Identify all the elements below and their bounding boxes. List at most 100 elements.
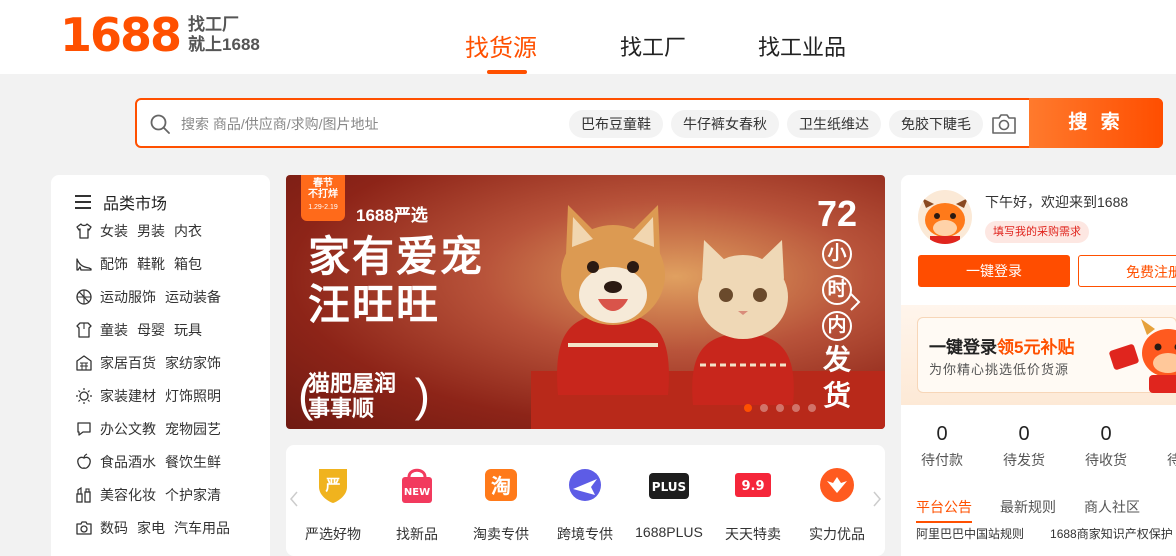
quality-crown-icon: [820, 468, 854, 502]
logo-slogan-line2: 就上1688: [188, 35, 260, 54]
search-button[interactable]: 搜 索: [1029, 98, 1163, 148]
home-store-icon: [76, 355, 92, 371]
stat-value: 0: [1018, 423, 1030, 445]
bull-mascot-icon: [922, 198, 968, 244]
svg-text:严: 严: [324, 476, 340, 494]
order-stat-pending-review[interactable]: 0 待评价: [1147, 423, 1176, 470]
category-link[interactable]: 家纺家饰: [165, 353, 221, 373]
banner-dot[interactable]: [776, 404, 784, 412]
yanxuan-shield-icon: 严: [319, 469, 347, 503]
category-link[interactable]: 灯饰照明: [165, 386, 221, 406]
order-stat-pending-payment[interactable]: 0 待付款: [901, 423, 983, 470]
category-link[interactable]: 玩具: [174, 320, 202, 340]
price-tag-99-icon: 9.9: [735, 473, 771, 497]
banner-char: 货: [822, 380, 851, 411]
category-row: 办公文教 宠物园艺: [75, 419, 230, 439]
category-link[interactable]: 鞋靴: [137, 254, 165, 274]
nav-tab-industrial-goods[interactable]: 找工业品: [758, 30, 846, 62]
category-link[interactable]: 男装: [137, 221, 165, 241]
category-link[interactable]: 宠物园艺: [165, 419, 221, 439]
news-item[interactable]: 1688商家知识产权保护: [1050, 525, 1173, 542]
hot-tag[interactable]: 巴布豆童鞋: [569, 110, 663, 138]
category-link[interactable]: 童装: [100, 320, 128, 340]
channel-label: 1688PLUS: [635, 524, 703, 540]
banner-subtitle: 猫肥屋润 事事顺: [298, 371, 430, 421]
category-link[interactable]: 餐饮生鲜: [165, 452, 221, 472]
channel-new[interactable]: NEW 找新品: [375, 465, 459, 544]
logo-number: 1688: [60, 8, 182, 62]
light-bulb-icon: [76, 388, 92, 404]
login-button[interactable]: 一键登录: [918, 255, 1070, 287]
nav-active-underline: [487, 70, 527, 74]
category-link[interactable]: 办公文教: [100, 419, 156, 439]
category-link[interactable]: 家电: [137, 518, 165, 538]
channel-daily-deal[interactable]: 9.9 天天特卖: [711, 465, 795, 544]
channel-yanxuan[interactable]: 严 严选好物: [291, 465, 375, 544]
order-stat-pending-receipt[interactable]: 0 待收货: [1065, 423, 1147, 470]
category-link[interactable]: 家装建材: [100, 386, 156, 406]
header: 1688 找工厂 就上1688 找货源 找工厂 找工业品: [0, 0, 1176, 74]
banner-dot[interactable]: [808, 404, 816, 412]
channel-label: 天天特卖: [725, 526, 781, 542]
svg-text:9.9: 9.9: [741, 479, 764, 494]
stat-value: 0: [1147, 423, 1176, 446]
category-link[interactable]: 家居百货: [100, 353, 156, 373]
banner-hours-text: 小 时 内 发 货: [822, 239, 852, 413]
bull-mascot-icon: [1109, 319, 1176, 393]
category-link[interactable]: 配饰: [100, 254, 128, 274]
badge-dates: 1.29-2.19: [308, 204, 338, 211]
category-link[interactable]: 汽车用品: [174, 518, 230, 538]
banner-dot[interactable]: [760, 404, 768, 412]
chevron-right-icon[interactable]: [848, 291, 862, 313]
promo-highlight: 领5元补贴: [997, 338, 1075, 357]
category-link[interactable]: 食品酒水: [100, 452, 156, 472]
category-row: 数码 家电 汽车用品: [75, 518, 239, 538]
order-stat-pending-shipment[interactable]: 0 待发货: [983, 423, 1065, 470]
banner-dot[interactable]: [792, 404, 800, 412]
category-link[interactable]: 内衣: [174, 221, 202, 241]
category-row: 美容化妆 个护家清: [75, 485, 230, 505]
category-link[interactable]: 运动装备: [165, 287, 221, 307]
user-panel: 下午好，欢迎来到1688 填写我的采购需求 一键登录 免费注册 一键登录领5元补…: [901, 175, 1176, 556]
hot-tag[interactable]: 卫生纸维达: [787, 110, 881, 138]
category-link[interactable]: 个护家清: [165, 485, 221, 505]
nav-tab-find-goods[interactable]: 找货源: [465, 28, 537, 63]
banner-dot[interactable]: [744, 404, 752, 412]
cosmetics-icon: [76, 486, 91, 503]
stat-value: 0: [1100, 423, 1112, 445]
search-input[interactable]: [181, 112, 551, 136]
channel-strip: 严 严选好物 NEW 找新品 淘 淘卖专供 跨境专供 PLUS 1688PLUS: [286, 445, 885, 556]
channel-quality[interactable]: 实力优品: [795, 465, 879, 544]
register-button[interactable]: 免费注册: [1078, 255, 1176, 287]
category-row: 家装建材 灯饰照明: [75, 386, 230, 406]
category-link[interactable]: 女装: [100, 221, 128, 241]
news-item[interactable]: 阿里巴巴中国站规则: [916, 525, 1024, 542]
avatar: [918, 190, 972, 244]
category-link[interactable]: 数码: [100, 518, 128, 538]
banner-pagination: [744, 404, 816, 412]
tab-latest-rules[interactable]: 最新规则: [1000, 497, 1056, 523]
hot-tag[interactable]: 免胶下睫毛: [889, 110, 983, 138]
logo[interactable]: 1688 找工厂 就上1688: [60, 10, 260, 60]
tab-platform-notice[interactable]: 平台公告: [916, 497, 972, 523]
stat-label: 待发货: [1003, 452, 1045, 468]
category-link[interactable]: 母婴: [137, 320, 165, 340]
channel-taobao[interactable]: 淘 淘卖专供: [459, 465, 543, 544]
svg-text:PLUS: PLUS: [652, 480, 686, 494]
nav-tab-find-factory[interactable]: 找工厂: [620, 30, 686, 62]
promo-subtext: 为你精心挑选低价货源: [929, 362, 1070, 377]
channel-plus[interactable]: PLUS 1688PLUS: [627, 465, 711, 540]
banner-title-line2: 汪旺旺: [308, 281, 441, 328]
category-link[interactable]: 美容化妆: [100, 485, 156, 505]
hot-tag[interactable]: 牛仔裤女春秋: [671, 110, 779, 138]
promo-banner[interactable]: 春节 不打烊 1.29-2.19 1688严选 家有爱宠 汪旺旺 猫肥屋润 事事…: [286, 175, 885, 429]
camera-icon[interactable]: [990, 112, 1018, 136]
channel-cross-border[interactable]: 跨境专供: [543, 465, 627, 544]
category-row: 家居百货 家纺家饰: [75, 353, 230, 373]
tab-merchant-community[interactable]: 商人社区: [1084, 497, 1140, 523]
category-link[interactable]: 箱包: [174, 254, 202, 274]
category-link[interactable]: 运动服饰: [100, 287, 156, 307]
search-bar: 巴布豆童鞋 牛仔裤女春秋 卫生纸维达 免胶下睫毛 搜 索: [135, 98, 1163, 148]
purchase-need-button[interactable]: 填写我的采购需求: [985, 221, 1089, 243]
promo-prefix: 一键登录: [929, 338, 997, 357]
